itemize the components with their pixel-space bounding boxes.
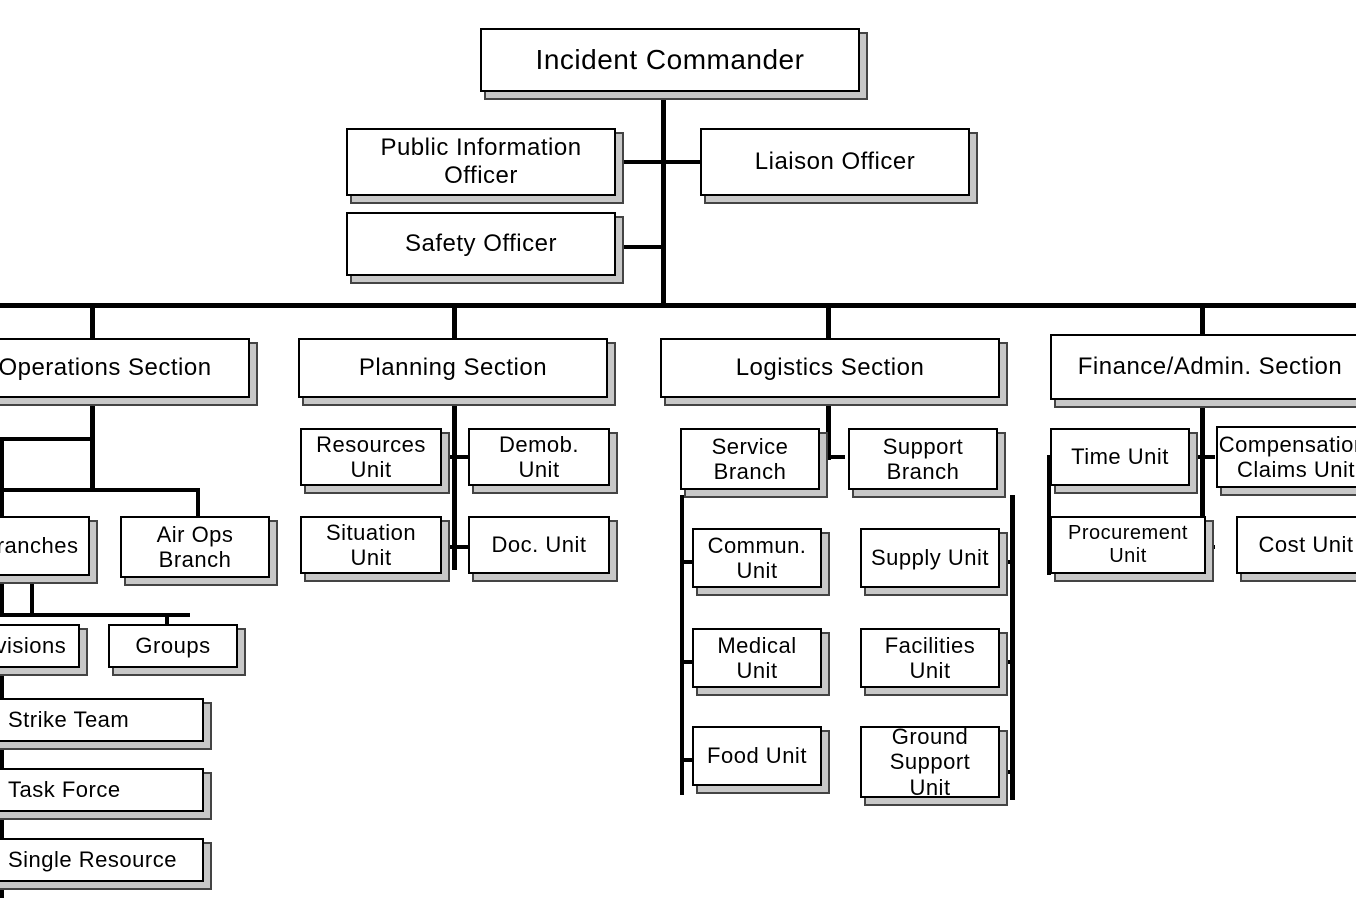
task-force-box: Task Force [0, 768, 204, 812]
connector [826, 400, 831, 460]
connector [196, 488, 200, 518]
connector [440, 455, 470, 459]
facilities-unit-box: Facilities Unit [860, 628, 1000, 688]
cost-unit-box: Cost Unit [1236, 516, 1356, 574]
food-unit-box: Food Unit [692, 726, 822, 786]
connector [440, 545, 470, 549]
connector [0, 488, 200, 492]
connector [452, 303, 457, 338]
finance-section-box: Finance/Admin. Section [1050, 334, 1356, 400]
service-branch-box: Service Branch [680, 428, 820, 490]
liaison-box: Liaison Officer [700, 128, 970, 196]
safety-box: Safety Officer [346, 212, 616, 276]
situation-unit-box: Situation Unit [300, 516, 442, 574]
pio-box: Public Information Officer [346, 128, 616, 196]
strike-team-box: Strike Team [0, 698, 204, 742]
air-ops-box: Air Ops Branch [120, 516, 270, 578]
divisions-box: Divisions [0, 624, 80, 668]
connector [30, 580, 34, 615]
connector [826, 303, 831, 338]
single-resource-box: Single Resource [0, 838, 204, 882]
planning-section-box: Planning Section [298, 338, 608, 398]
connector [0, 437, 95, 441]
org-chart: Incident Commander Public Information Of… [0, 0, 1356, 904]
time-unit-box: Time Unit [1050, 428, 1190, 486]
operations-section-box: Operations Section [0, 338, 250, 398]
medical-unit-box: Medical Unit [692, 628, 822, 688]
groups-box: Groups [108, 624, 238, 668]
supply-unit-box: Supply Unit [860, 528, 1000, 588]
connector [615, 245, 665, 249]
connector [0, 613, 190, 617]
doc-unit-box: Doc. Unit [468, 516, 610, 574]
connector [1010, 495, 1015, 800]
commun-unit-box: Commun. Unit [692, 528, 822, 588]
connector [0, 303, 1356, 308]
connector [90, 400, 95, 490]
procurement-unit-box: Procurement Unit [1050, 516, 1206, 574]
resources-unit-box: Resources Unit [300, 428, 442, 486]
connector [680, 495, 684, 795]
ground-support-unit-box: Ground Support Unit [860, 726, 1000, 798]
branches-box: Branches [0, 516, 90, 576]
connector [1200, 303, 1205, 338]
comp-claims-unit-box: Compensation/ Claims Unit [1216, 426, 1356, 488]
logistics-section-box: Logistics Section [660, 338, 1000, 398]
support-branch-box: Support Branch [848, 428, 998, 490]
connector [661, 92, 666, 306]
incident-commander-box: Incident Commander [480, 28, 860, 92]
demob-unit-box: Demob. Unit [468, 428, 610, 486]
connector [615, 160, 665, 164]
connector [90, 303, 95, 338]
